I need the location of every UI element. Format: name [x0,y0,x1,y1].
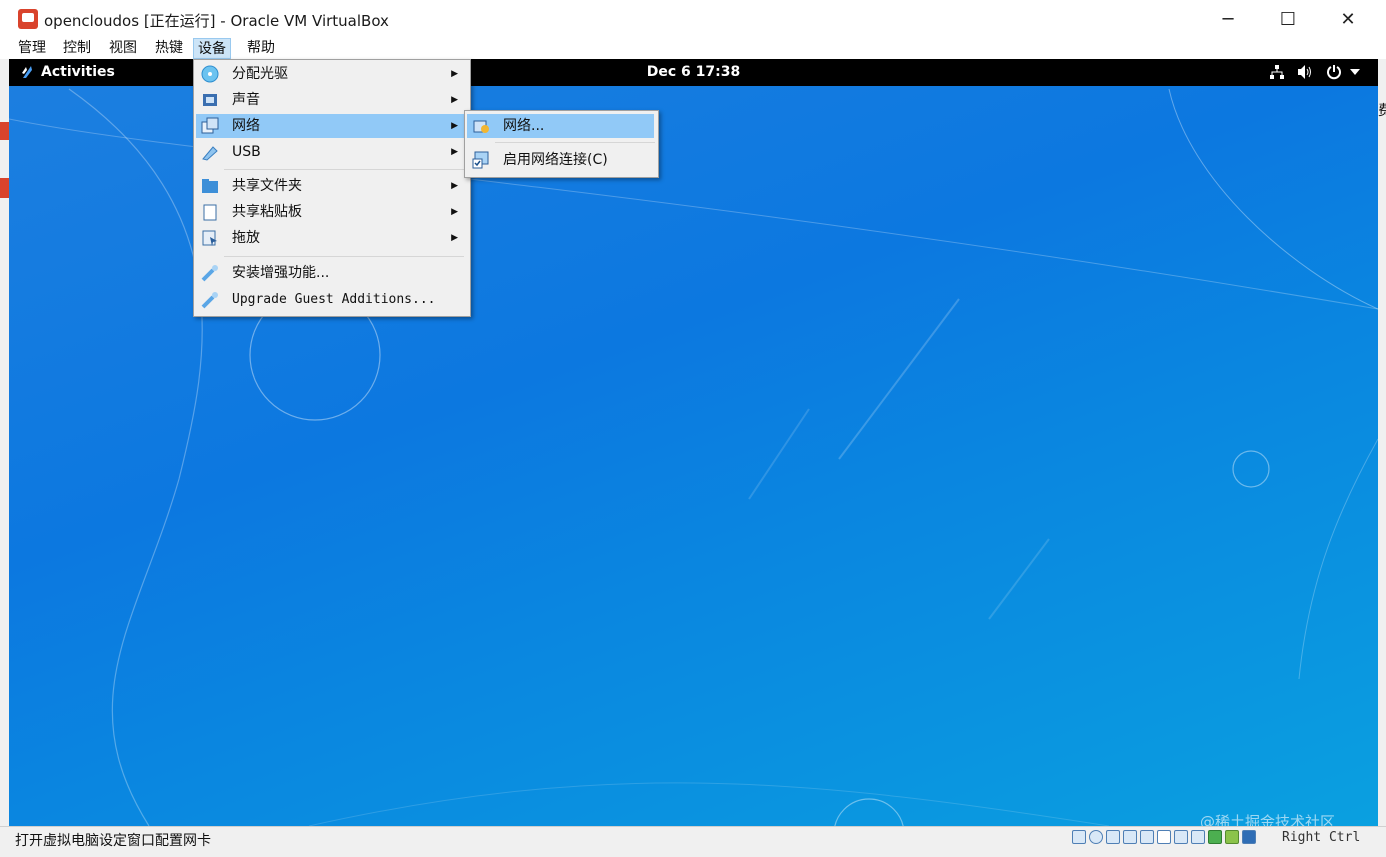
host-key-label[interactable]: Right Ctrl [1282,830,1360,845]
submenu-arrow-icon: ▶ [451,95,458,105]
submenu-arrow-icon: ▶ [451,233,458,243]
virtualbox-app-icon [18,9,38,29]
devices-menu: 分配光驱 ▶ 声音 ▶ 网络 ▶ USB ▶ 共享文件夹 ▶ 共享粘贴板 ▶ 拖… [193,59,471,317]
guest-additions-icon [201,265,218,282]
submenu-arrow-icon: ▶ [451,181,458,191]
menu-item-shared-folders[interactable]: 共享文件夹 ▶ [196,174,468,198]
menu-item-optical-drives[interactable]: 分配光驱 ▶ [196,62,468,86]
optical-disk-icon [201,65,219,83]
maximize-button[interactable]: ☐ [1265,0,1311,38]
host-window-fragment [0,112,9,202]
submenu-arrow-icon: ▶ [451,147,458,157]
shared-folder-icon [202,179,218,193]
status-text: 打开虚拟电脑设定窗口配置网卡 [15,833,211,849]
network-settings-icon [473,120,489,133]
menu-item-usb[interactable]: USB ▶ [196,140,468,164]
submenu-arrow-icon: ▶ [451,121,458,131]
optical-drive-indicator-icon[interactable] [1089,830,1103,844]
menu-item-shared-clipboard[interactable]: 共享粘贴板 ▶ [196,200,468,224]
guest-additions-icon [201,292,218,309]
usb-indicator-icon[interactable] [1140,830,1154,844]
power-icon[interactable] [1326,64,1342,80]
recording-indicator-icon[interactable] [1191,830,1205,844]
close-button[interactable]: ✕ [1325,0,1371,38]
audio-indicator-icon[interactable] [1106,830,1120,844]
menu-control[interactable]: 控制 [59,38,95,59]
vt-x-indicator-icon[interactable] [1208,830,1222,844]
submenu-arrow-icon: ▶ [451,69,458,79]
volume-icon[interactable] [1297,64,1313,80]
menu-item-network[interactable]: 网络 ▶ [196,114,468,138]
status-indicators [1072,830,1256,844]
menu-separator [224,256,464,257]
menu-separator [224,169,464,170]
menu-item-drag-and-drop[interactable]: 拖放 ▶ [196,226,468,250]
menu-item-enable-network-connection[interactable]: 启用网络连接(C) [467,148,654,172]
menu-view[interactable]: 视图 [105,38,141,59]
status-bar: 打开虚拟电脑设定窗口配置网卡 Right Ctrl [0,826,1386,850]
usb-icon [202,146,218,161]
window-title: opencloudos [正在运行] - Oracle VM VirtualBo… [44,12,389,30]
submenu-arrow-icon: ▶ [451,207,458,217]
menu-item-install-guest-additions[interactable]: 安装增强功能... [196,261,468,285]
window-titlebar: opencloudos [正在运行] - Oracle VM VirtualBo… [0,0,1386,38]
menu-separator [495,142,655,143]
drag-drop-icon [202,230,217,246]
menu-item-audio[interactable]: 声音 ▶ [196,88,468,112]
chevron-down-icon[interactable] [1350,69,1360,76]
menu-item-network-settings[interactable]: 网络... [467,114,654,138]
clipboard-icon [203,204,217,221]
network-submenu: 网络... 启用网络连接(C) [464,110,659,178]
menu-item-upgrade-guest-additions[interactable]: Upgrade Guest Additions... [196,288,468,312]
minimize-button[interactable]: ─ [1205,0,1251,38]
menu-bar: 管理 控制 视图 热键 设备 帮助 [0,38,1386,59]
menu-help[interactable]: 帮助 [243,38,279,59]
keyboard-capture-indicator-icon[interactable] [1242,830,1256,844]
shared-folders-indicator-icon[interactable] [1157,830,1171,844]
menu-hotkeys[interactable]: 热键 [151,38,187,59]
network-adapter-icon [201,117,219,134]
network-icon[interactable] [1269,64,1285,80]
network-indicator-icon[interactable] [1123,830,1137,844]
network-connect-icon [472,151,489,169]
audio-icon [203,94,217,106]
menu-devices[interactable]: 设备 [193,38,231,59]
hard-disk-indicator-icon[interactable] [1072,830,1086,844]
host-background-text: 费 [1378,103,1386,119]
menu-manage[interactable]: 管理 [14,38,50,59]
mouse-integration-indicator-icon[interactable] [1225,830,1239,844]
display-indicator-icon[interactable] [1174,830,1188,844]
